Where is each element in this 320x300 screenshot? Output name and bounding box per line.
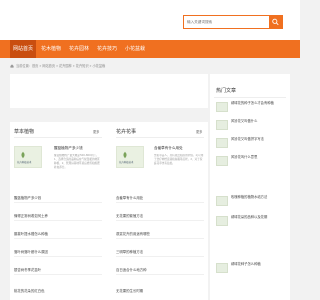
breadcrumb: 当前位置：首页 » 网站首页 » 花卉园林 » 花卉知识 » 小花盆栽 xyxy=(10,62,105,70)
search-input[interactable] xyxy=(187,17,262,27)
sidebar-thumb xyxy=(216,138,228,148)
sidebar-item-title: 风铃花又叫做拼字写法 xyxy=(231,137,264,141)
list-item[interactable]: 三明草的种植方法 xyxy=(116,249,143,255)
main-nav: 网站首页 花木植物 花卉园林 花卉技巧 小花盆栽 xyxy=(0,40,300,58)
sidebar-thumb xyxy=(216,156,228,166)
nav-item-home[interactable]: 网站首页 xyxy=(10,40,36,58)
sidebar-item[interactable]: 绣球花的种子怎么才会有种植 xyxy=(216,101,286,115)
list-item[interactable]: 醒蓝植物产多少钱 xyxy=(14,195,41,201)
search-button[interactable] xyxy=(269,16,282,28)
list-item[interactable]: 无花果的繁殖方法 xyxy=(116,213,143,219)
sidebar-thumb xyxy=(216,263,228,273)
sidebar-item-title: 绣球花朵的品种以及花期 xyxy=(231,215,268,219)
search-icon xyxy=(272,18,279,26)
section-title-flowers: 花卉花事 xyxy=(116,129,137,135)
sidebar-item[interactable]: 风铃花又叫做拼字写法 xyxy=(216,137,286,151)
row-divider xyxy=(14,274,102,275)
list-item[interactable]: 懂得正常树着如何土养 xyxy=(14,213,48,219)
list-item[interactable]: 含羞草有什么用处 xyxy=(116,195,143,201)
row-divider xyxy=(116,238,204,239)
row-divider xyxy=(116,256,204,257)
sidebar-thumb xyxy=(216,196,228,206)
sidebar-item[interactable]: 风铃花又叫做什么 xyxy=(216,119,286,133)
row-divider xyxy=(14,220,102,221)
nav-item-bonsai[interactable]: 小花盆栽 xyxy=(122,40,148,58)
list-item[interactable]: 百日适合什么地方种 xyxy=(116,267,147,273)
plant-icon xyxy=(21,151,25,159)
featured-thumb-flowers[interactable]: 花卉种植技术 xyxy=(116,146,144,168)
thumb-caption: 花卉种植技术 xyxy=(119,161,134,164)
header-bar xyxy=(0,0,300,40)
sidebar-item-title: 绣球花种子怎么种植 xyxy=(231,262,261,266)
list-item[interactable]: 桃花的花朵的红白色 xyxy=(14,288,45,294)
row-divider xyxy=(116,274,204,275)
home-icon xyxy=(10,64,14,68)
sidebar-thumb xyxy=(216,216,228,226)
featured-thumb-herbs[interactable]: 花卉种植技术 xyxy=(14,146,42,168)
list-item[interactable]: 藤蔓叶提水槽怎么种植 xyxy=(14,231,48,237)
more-link-flowers[interactable]: 更多 xyxy=(196,129,202,135)
row-divider xyxy=(14,238,102,239)
sidebar-item[interactable]: 风铃花叫什么意思 xyxy=(216,155,286,169)
section-divider xyxy=(14,137,102,138)
sidebar-thumb xyxy=(216,120,228,130)
thumb-caption: 花卉种植技术 xyxy=(17,161,32,164)
featured-title-flowers[interactable]: 含羞草有什么用处 xyxy=(154,146,183,151)
sidebar-item[interactable]: 绣球花朵的品种以及花期 xyxy=(216,215,286,229)
featured-desc-herbs: 醒蓝植物的产量大概是500-800公斤，1、选择合适的品种后在气候温暖的地区种植… xyxy=(54,154,100,169)
sidebar-item-title: 玫瑰种植的植物水培方法 xyxy=(231,195,268,199)
sidebar-title: 热门文章 xyxy=(216,88,237,94)
list-item[interactable]: 落叶树落叶都什么原因 xyxy=(14,249,48,255)
featured-desc-flowers: 含羞草美人，具有观赏和药用价值，可以用于治疗神经衰弱和失眠等症状，2、对于家庭花… xyxy=(154,154,204,165)
more-link-herbs[interactable]: 更多 xyxy=(93,129,99,135)
row-divider xyxy=(116,220,204,221)
sidebar-item[interactable]: 玫瑰种植的植物水培方法 xyxy=(216,195,286,209)
row-divider xyxy=(116,202,204,203)
banner-panel xyxy=(10,74,208,108)
featured-title-herbs[interactable]: 醒蓝植物产多少钱 xyxy=(54,146,83,151)
plant-icon xyxy=(123,151,127,159)
sidebar-thumb xyxy=(216,102,228,112)
section-title-herbs: 草本植物 xyxy=(14,129,35,135)
list-item[interactable]: 观赏花卉的用途有哪些 xyxy=(116,231,150,237)
row-divider xyxy=(14,256,102,257)
sidebar-item-title: 风铃花叫什么意思 xyxy=(231,155,258,159)
nav-item-gardens[interactable]: 花卉园林 xyxy=(66,40,92,58)
sidebar-item-title: 风铃花又叫做什么 xyxy=(231,119,258,123)
breadcrumb-text[interactable]: 当前位置：首页 » 网站首页 » 花卉园林 » 花卉知识 » 小花盆栽 xyxy=(16,64,105,68)
search-box xyxy=(183,15,283,29)
sidebar-item-title: 绣球花的种子怎么才会有种植 xyxy=(231,101,274,105)
sidebar-item[interactable]: 绣球花种子怎么种植 xyxy=(216,262,286,276)
nav-item-plants[interactable]: 花木植物 xyxy=(38,40,64,58)
list-item[interactable]: 银杏树冬季花苗叶 xyxy=(14,267,41,273)
sidebar-divider xyxy=(214,97,286,98)
section-divider xyxy=(116,137,204,138)
row-divider xyxy=(14,202,102,203)
list-item[interactable]: 无花果的生长时期 xyxy=(116,288,143,294)
nav-item-tips[interactable]: 花卉技巧 xyxy=(94,40,120,58)
